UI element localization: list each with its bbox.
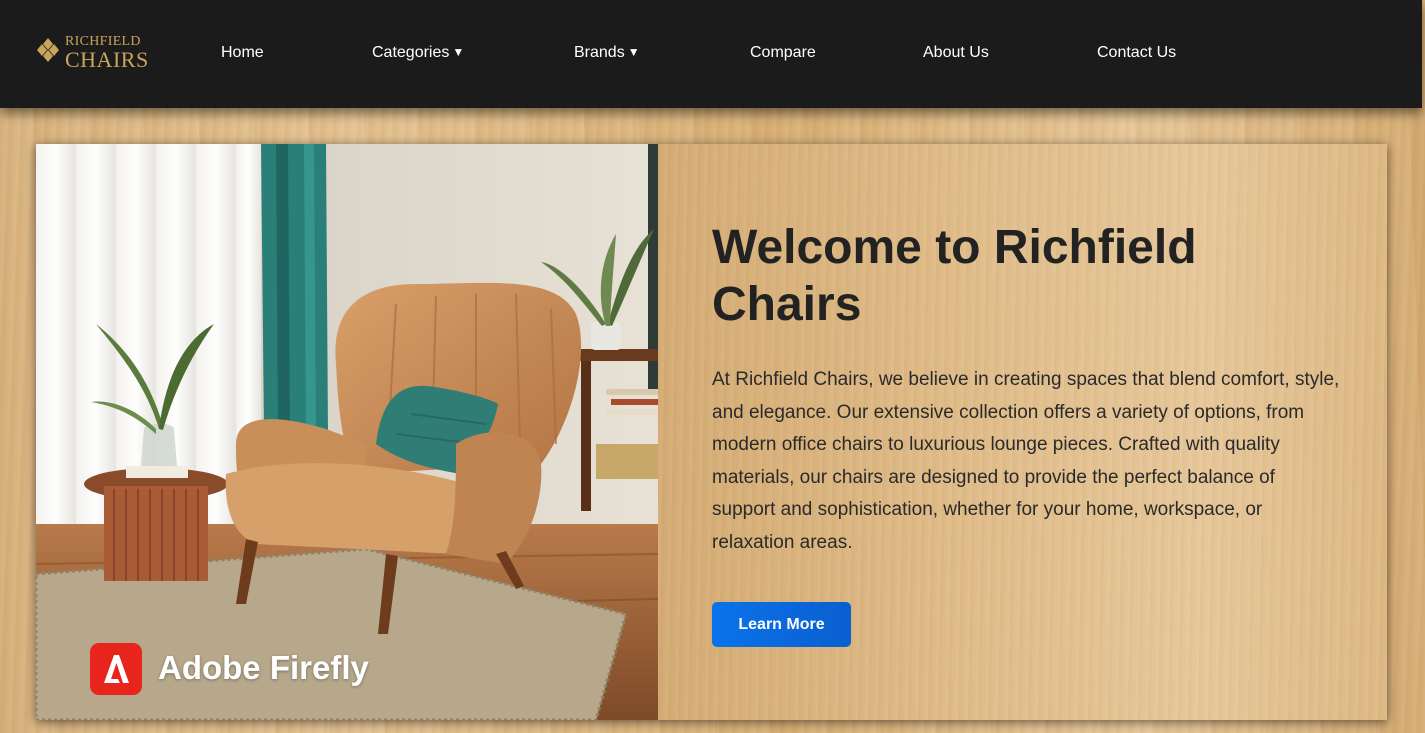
top-navbar: RICHFIELD CHAIRS Home Categories ▼ Brands… xyxy=(0,0,1422,108)
nav-label: Brands xyxy=(574,44,625,61)
adobe-firefly-text: Adobe Firefly xyxy=(158,649,369,686)
caret-down-icon: ▼ xyxy=(627,45,640,59)
living-room-illustration xyxy=(36,144,658,720)
adobe-a-icon xyxy=(104,655,129,683)
nav-label: Categories xyxy=(372,44,450,61)
brand-logo[interactable]: RICHFIELD CHAIRS xyxy=(35,33,150,73)
learn-more-button[interactable]: Learn More xyxy=(712,602,851,647)
brand-name-bottom: CHAIRS xyxy=(65,47,149,72)
nav-item-home[interactable]: Home xyxy=(221,44,264,62)
nav-item-categories[interactable]: Categories ▼ xyxy=(372,44,464,62)
hero-chair-image: Adobe Firefly xyxy=(36,144,658,720)
nav-item-about-us[interactable]: About Us xyxy=(923,44,989,62)
caret-down-icon: ▼ xyxy=(452,45,465,59)
diamond-cluster-icon xyxy=(37,38,59,62)
nav-label: Contact Us xyxy=(1097,44,1177,61)
nav-item-brands[interactable]: Brands ▼ xyxy=(574,44,640,62)
hero-section: Adobe Firefly Welcome to Richfield Chair… xyxy=(36,144,1387,720)
nav-item-compare[interactable]: Compare xyxy=(750,44,816,62)
nav-label: Home xyxy=(221,44,264,61)
hero-title: Welcome to Richfield Chairs xyxy=(712,221,1197,331)
hero-description: At Richfield Chairs, we believe in creat… xyxy=(712,369,1340,553)
hero-text-panel: Welcome to Richfield Chairs At Richfield… xyxy=(658,144,1387,720)
adobe-firefly-logo-icon xyxy=(90,643,142,695)
nav-label: About Us xyxy=(923,44,989,61)
nav-label: Compare xyxy=(750,44,816,61)
nav-item-contact-us[interactable]: Contact Us xyxy=(1097,44,1176,62)
